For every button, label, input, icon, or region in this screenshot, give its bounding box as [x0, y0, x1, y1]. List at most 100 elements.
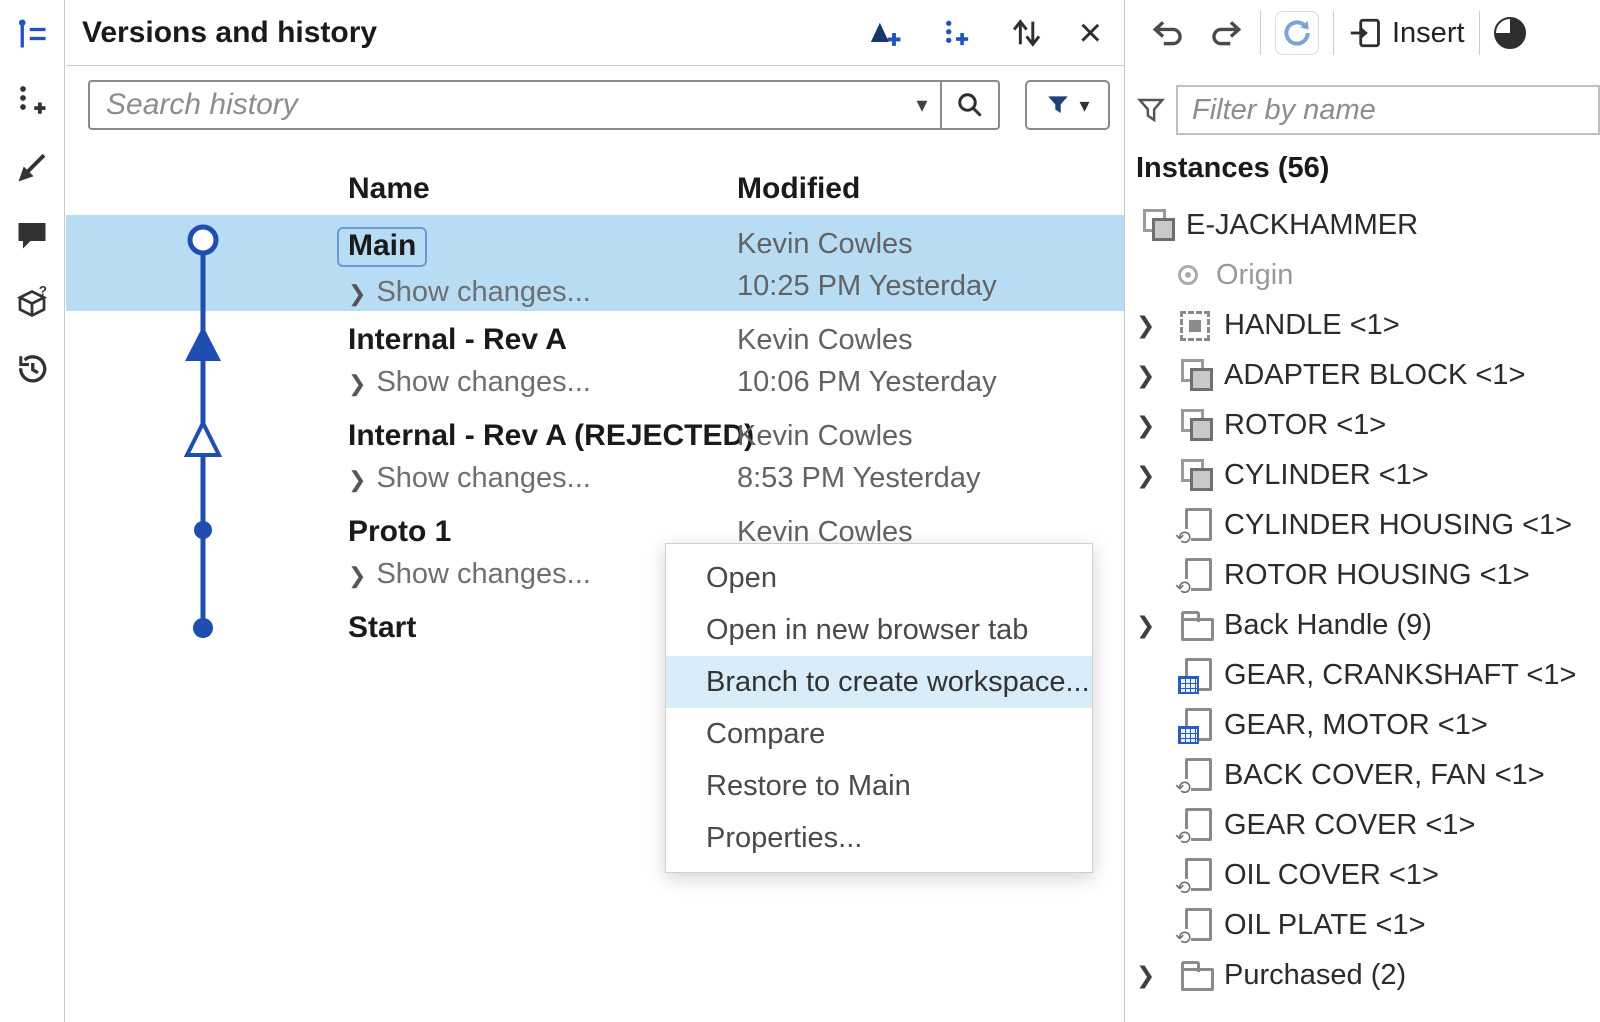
tree-item[interactable]: ❯ Purchased (2) — [1126, 950, 1600, 1000]
show-changes-link[interactable]: ❯ Show changes... — [348, 557, 591, 593]
pattern-icon — [1178, 307, 1214, 343]
search-input[interactable] — [90, 88, 904, 122]
chevron-right-icon[interactable]: ❯ — [1136, 362, 1178, 389]
filter-button[interactable]: ▾ — [1025, 80, 1110, 130]
part-icon — [1178, 357, 1214, 393]
chevron-right-icon[interactable]: ❯ — [1136, 312, 1178, 339]
column-name: Name — [348, 172, 430, 206]
publish-icon[interactable] — [0, 134, 64, 201]
history-icon[interactable] — [0, 335, 64, 402]
insert-label: Insert — [1392, 17, 1465, 50]
show-changes-label: Show changes... — [376, 558, 590, 590]
chevron-right-icon: ❯ — [348, 371, 366, 396]
modified-author: Kevin Cowles — [737, 323, 997, 357]
origin-icon — [1170, 257, 1206, 293]
version-name[interactable]: Internal - Rev A (REJECTED) — [348, 419, 754, 452]
search-button[interactable] — [940, 82, 998, 128]
document-toolbar: Insert — [1126, 0, 1600, 66]
show-changes-label: Show changes... — [376, 276, 590, 308]
search-row: ▾ ▾ — [88, 80, 1110, 130]
menu-item-open[interactable]: Open — [666, 552, 1092, 604]
menu-item-open-new-tab[interactable]: Open in new browser tab — [666, 604, 1092, 656]
versions-history-icon[interactable] — [0, 0, 64, 67]
toolbar-divider — [1260, 11, 1261, 55]
redo-icon[interactable] — [1206, 16, 1246, 50]
comments-icon[interactable] — [0, 201, 64, 268]
derived-part-icon — [1178, 857, 1214, 893]
compare-versions-icon[interactable] — [1009, 16, 1043, 50]
chevron-right-icon[interactable]: ❯ — [1136, 412, 1178, 439]
menu-item-branch-to-create-workspace[interactable]: Branch to create workspace... — [666, 656, 1092, 708]
tree-item[interactable]: GEAR COVER <1> — [1126, 800, 1600, 850]
help-cube-icon[interactable]: ? — [0, 268, 64, 335]
version-row-main[interactable]: Main ❯Show changes... Kevin Cowles 10:25… — [66, 215, 1124, 311]
tree-item[interactable]: ❯ CYLINDER <1> — [1126, 450, 1600, 500]
derived-part-icon — [1178, 507, 1214, 543]
menu-item-compare[interactable]: Compare — [666, 708, 1092, 760]
chevron-right-icon[interactable]: ❯ — [1136, 612, 1178, 639]
derived-part-icon — [1178, 807, 1214, 843]
chevron-right-icon[interactable]: ❯ — [1136, 962, 1178, 989]
folder-icon — [1178, 957, 1214, 993]
insert-button[interactable]: Insert — [1348, 16, 1465, 50]
modified-time: 8:53 PM Yesterday — [737, 461, 980, 495]
filter-funnel-icon — [1045, 92, 1071, 118]
close-icon[interactable]: × — [1079, 18, 1102, 48]
insert-icon — [1348, 16, 1382, 50]
create-version-icon[interactable] — [867, 17, 903, 49]
show-changes-link[interactable]: ❯Show changes... — [348, 461, 754, 497]
tree-item[interactable]: ❯ Back Handle (9) — [1126, 600, 1600, 650]
tree-item[interactable]: GEAR, CRANKSHAFT <1> — [1126, 650, 1600, 700]
version-name[interactable]: Proto 1 — [348, 515, 451, 548]
modified-time: 10:06 PM Yesterday — [737, 365, 997, 399]
derived-part-icon — [1178, 557, 1214, 593]
version-name[interactable]: Internal - Rev A — [348, 323, 567, 356]
tree-item[interactable]: GEAR, MOTOR <1> — [1126, 700, 1600, 750]
tree-item-assembly-root[interactable]: E-JACKHAMMER — [1126, 200, 1600, 250]
show-changes-link[interactable]: ❯ Show changes... — [348, 365, 591, 401]
chevron-right-icon: ❯ — [348, 281, 366, 306]
toolbar-divider — [1479, 11, 1480, 55]
assembly-icon — [1140, 207, 1176, 243]
context-menu: Open Open in new browser tab Branch to c… — [665, 543, 1093, 873]
show-changes-label: Show changes... — [376, 366, 590, 398]
tree-item[interactable]: OIL COVER <1> — [1126, 850, 1600, 900]
create-branch-icon[interactable] — [939, 17, 973, 49]
version-row-internal-rev-a-rejected[interactable]: Internal - Rev A (REJECTED) ❯Show change… — [66, 407, 1124, 503]
dropdown-caret-icon[interactable]: ▾ — [904, 92, 940, 118]
create-branch-icon[interactable] — [0, 67, 64, 134]
menu-item-properties[interactable]: Properties... — [666, 812, 1092, 864]
tree-item-origin[interactable]: Origin — [1126, 250, 1600, 300]
toolbar-divider — [1333, 11, 1334, 55]
version-row-internal-rev-a[interactable]: Internal - Rev A ❯ Show changes... Kevin … — [66, 311, 1124, 407]
onshape-app: ? Versions and history — [0, 0, 1600, 1022]
show-changes-link[interactable]: ❯ Show changes... — [348, 275, 591, 311]
chevron-right-icon: ❯ — [348, 563, 366, 588]
tree-item[interactable]: OIL PLATE <1> — [1126, 900, 1600, 950]
time-pie-icon[interactable] — [1494, 17, 1526, 49]
left-toolbar: ? — [0, 0, 65, 1022]
filter-funnel-icon[interactable] — [1126, 95, 1176, 125]
tree-item[interactable]: ❯ ROTOR <1> — [1126, 400, 1600, 450]
standard-content-icon — [1178, 657, 1214, 693]
version-name[interactable]: Main — [337, 227, 427, 267]
column-modified: Modified — [737, 172, 860, 206]
menu-item-restore-to-main[interactable]: Restore to Main — [666, 760, 1092, 812]
filter-by-name-input[interactable] — [1176, 85, 1600, 135]
version-name[interactable]: Start — [348, 611, 416, 644]
chevron-right-icon[interactable]: ❯ — [1136, 462, 1178, 489]
part-icon — [1178, 407, 1214, 443]
undo-icon[interactable] — [1148, 16, 1188, 50]
tree-item[interactable]: CYLINDER HOUSING <1> — [1126, 500, 1600, 550]
modified-time: 10:25 PM Yesterday — [737, 269, 997, 303]
modified-author: Kevin Cowles — [737, 419, 980, 453]
sync-icon[interactable] — [1275, 11, 1319, 55]
tree-item[interactable]: ROTOR HOUSING <1> — [1126, 550, 1600, 600]
tree-item[interactable]: ❯ ADAPTER BLOCK <1> — [1126, 350, 1600, 400]
assembly-panel: Insert Instances (56) E-JACKHAMMER Origi… — [1126, 0, 1600, 1022]
svg-text:?: ? — [39, 284, 47, 298]
tree-item[interactable]: BACK COVER, FAN <1> — [1126, 750, 1600, 800]
tree-item[interactable]: ❯ HANDLE <1> — [1126, 300, 1600, 350]
panel-title: Versions and history — [82, 16, 377, 50]
standard-content-icon — [1178, 707, 1214, 743]
